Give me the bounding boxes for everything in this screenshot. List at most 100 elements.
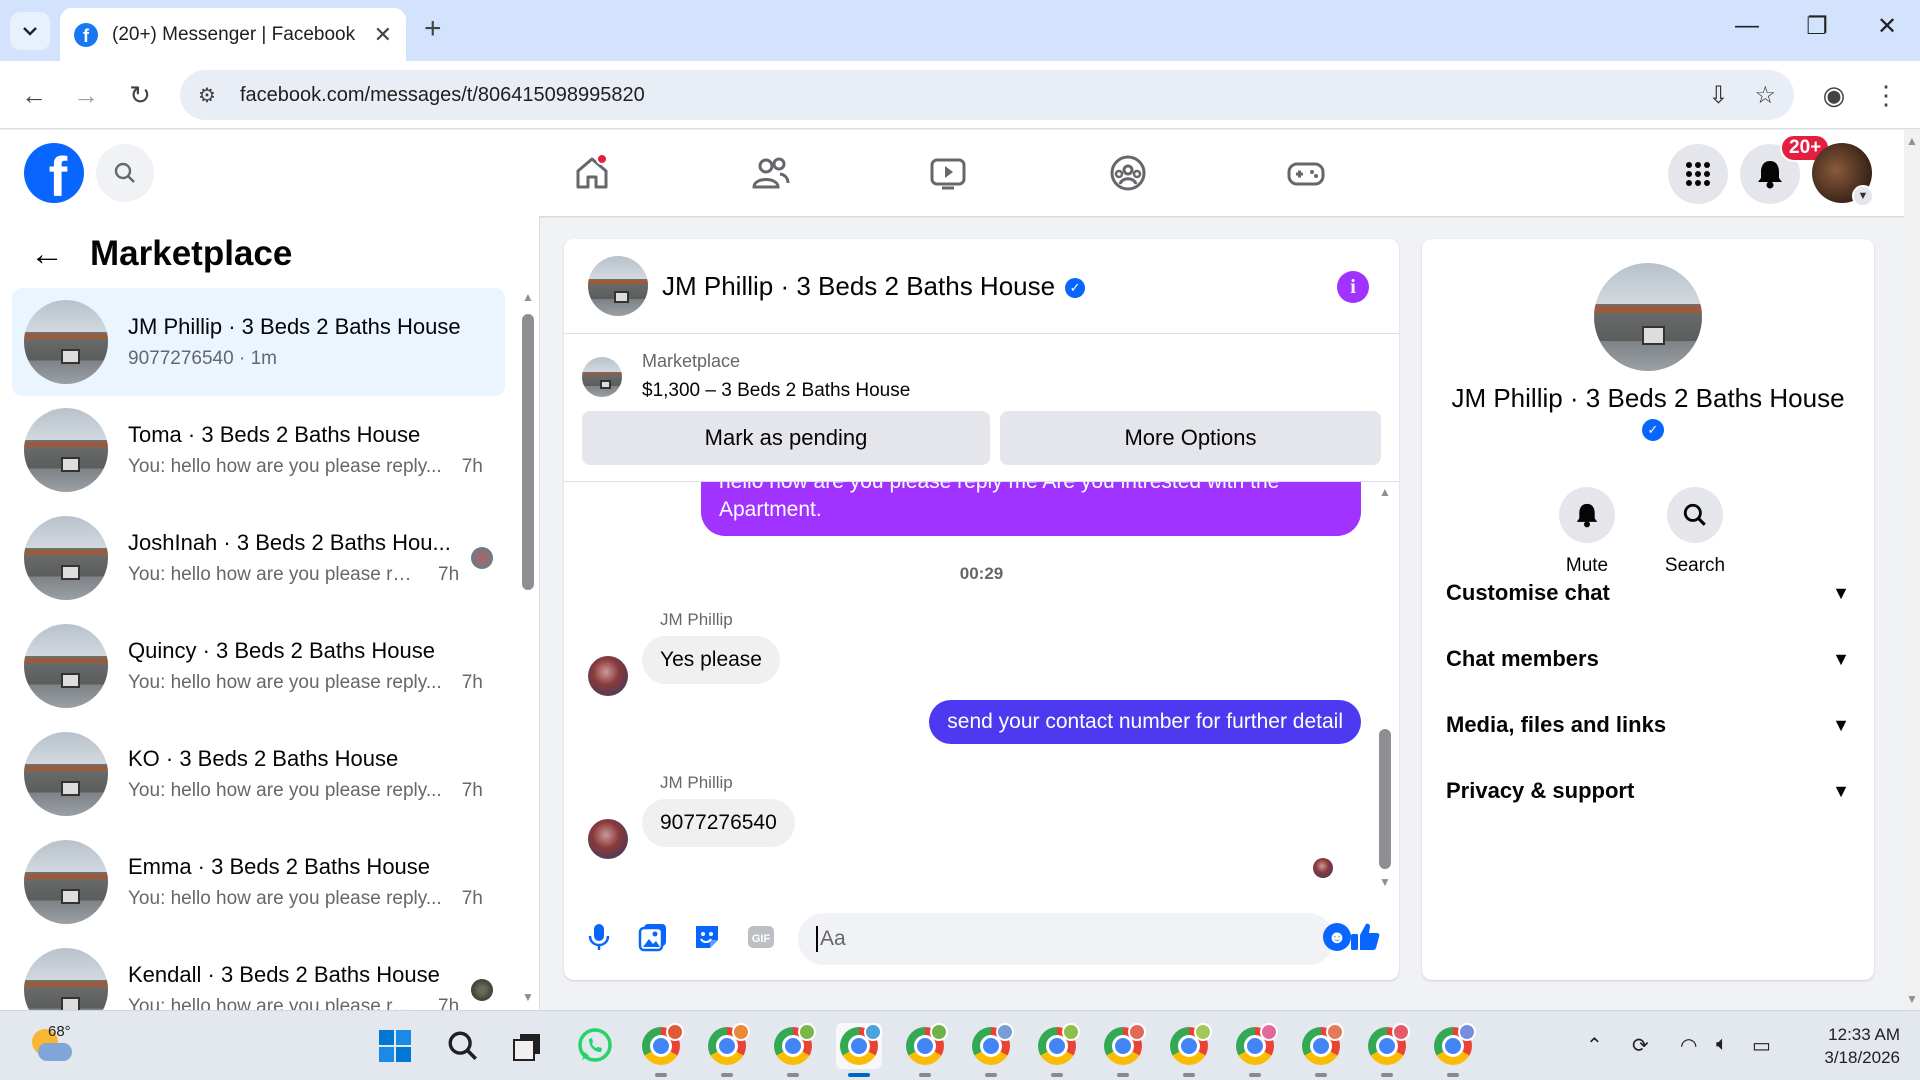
chat-item-preview: You: hello how are you please reply... <box>128 456 442 477</box>
emoji-icon[interactable]: ☻ <box>1323 923 1351 951</box>
sticker-button[interactable] <box>690 920 724 954</box>
scroll-down-arrow[interactable]: ▼ <box>522 990 534 1004</box>
close-tab-icon[interactable]: ✕ <box>374 22 392 48</box>
show-hidden-icons-chevron-icon[interactable]: ⌃ <box>1586 1033 1603 1058</box>
groups-nav-button[interactable] <box>1102 149 1154 197</box>
sync-icon[interactable]: ⟳ <box>1632 1033 1649 1058</box>
chevron-down-icon[interactable]: ▼ <box>1852 185 1874 207</box>
chrome-profile-7[interactable] <box>1034 1023 1080 1077</box>
chat-list-scrollbar[interactable] <box>522 314 534 590</box>
chrome-profile-2[interactable] <box>704 1023 750 1077</box>
tab-search-button[interactable] <box>10 12 50 50</box>
facebook-favicon-icon: f <box>74 22 98 47</box>
scroll-up-arrow[interactable]: ▲ <box>522 290 534 304</box>
privacy-support-section[interactable]: Privacy & support ▼ <box>1446 761 1850 821</box>
voice-clip-button[interactable] <box>582 920 616 954</box>
system-clock[interactable]: 12:33 AM 3/18/2026 <box>1800 1023 1900 1069</box>
sender-avatar[interactable] <box>588 819 628 859</box>
incoming-message[interactable]: 9077276540 <box>642 799 795 847</box>
chat-item-ko[interactable]: KO · 3 Beds 2 Baths House You: hello how… <box>12 720 505 828</box>
video-nav-button[interactable] <box>922 149 974 197</box>
install-app-icon[interactable]: ⇩ <box>1708 81 1728 110</box>
browser-tab-messenger[interactable]: f (20+) Messenger | Facebook ✕ <box>60 8 406 61</box>
sender-name: JM Phillip <box>660 610 733 629</box>
back-button[interactable]: ← <box>14 75 54 115</box>
chrome-profile-6[interactable] <box>968 1023 1014 1077</box>
outgoing-message[interactable]: hello how are you please reply me Are yo… <box>701 482 1361 536</box>
chrome-profile-4[interactable] <box>836 1023 882 1077</box>
incoming-message[interactable]: Yes please <box>642 636 780 684</box>
media-files-links-section[interactable]: Media, files and links ▼ <box>1446 695 1850 755</box>
gif-button[interactable]: GIF <box>744 920 778 954</box>
battery-icon[interactable]: ▭ <box>1752 1033 1771 1058</box>
close-window-button[interactable]: ✕ <box>1862 12 1912 41</box>
address-bar[interactable]: ⚙ facebook.com/messages/t/80641509899582… <box>180 70 1794 120</box>
outgoing-message[interactable]: send your contact number for further det… <box>929 700 1361 744</box>
start-button[interactable] <box>372 1023 418 1069</box>
chevron-down-icon <box>23 27 37 36</box>
menu-grid-button[interactable] <box>1668 144 1728 204</box>
restore-button[interactable]: ❐ <box>1792 12 1842 41</box>
browser-toolbar: ← → ↻ ⚙ facebook.com/messages/t/80641509… <box>0 61 1920 129</box>
chat-item-kendall[interactable]: Kendall · 3 Beds 2 Baths House You: hell… <box>12 936 505 1010</box>
gaming-nav-button[interactable] <box>1280 149 1332 197</box>
minimize-button[interactable]: — <box>1722 12 1772 40</box>
conversation-info-button[interactable]: i <box>1337 271 1369 303</box>
home-nav-button[interactable] <box>566 149 618 197</box>
conversation-title[interactable]: JM Phillip · 3 Beds 2 Baths House ✓ <box>662 271 1086 302</box>
chrome-profile-9[interactable] <box>1166 1023 1212 1077</box>
chat-list-title: Marketplace <box>90 234 293 273</box>
new-tab-button[interactable]: + <box>424 12 442 46</box>
task-view-button[interactable] <box>504 1023 550 1069</box>
chrome-profile-1[interactable] <box>638 1023 684 1077</box>
chat-item-jm-phillip[interactable]: JM Phillip · 3 Beds 2 Baths House 907727… <box>12 288 505 396</box>
friends-nav-button[interactable] <box>744 149 796 197</box>
chrome-profile-13[interactable] <box>1430 1023 1476 1077</box>
scroll-up-arrow[interactable]: ▲ <box>1906 134 1918 148</box>
wifi-icon[interactable]: ◠ <box>1680 1033 1697 1058</box>
facebook-search-button[interactable] <box>96 144 154 202</box>
listing-avatar <box>24 732 108 816</box>
chrome-profile-icon[interactable]: ◉ <box>1814 75 1854 115</box>
site-info-icon[interactable]: ⚙ <box>198 83 226 108</box>
page-scrollbar[interactable]: ▲ ▼ <box>1904 130 1920 1010</box>
listing-summary[interactable]: Marketplace $1,300 – 3 Beds 2 Baths Hous… <box>582 351 910 402</box>
chrome-profile-5[interactable] <box>902 1023 948 1077</box>
message-thread: hello how are you please reply me Are yo… <box>564 482 1399 880</box>
conversation-avatar[interactable] <box>588 256 648 316</box>
message-input[interactable]: Aa <box>798 913 1334 965</box>
sender-avatar[interactable] <box>588 656 628 696</box>
back-arrow-icon[interactable]: ← <box>30 235 64 274</box>
url-text[interactable]: facebook.com/messages/t/806415098995820 <box>240 84 1682 107</box>
scroll-down-arrow[interactable]: ▼ <box>1906 992 1918 1006</box>
volume-icon[interactable]: 🔈︎ <box>1716 1033 1728 1056</box>
whatsapp-button[interactable] <box>572 1023 618 1069</box>
mark-as-pending-button[interactable]: Mark as pending <box>582 411 990 465</box>
chrome-profile-8[interactable] <box>1100 1023 1146 1077</box>
like-button[interactable] <box>1348 920 1382 954</box>
bookmark-star-icon[interactable]: ☆ <box>1754 81 1776 110</box>
facebook-logo-icon[interactable]: f <box>24 143 84 203</box>
chat-item-joshinah[interactable]: JoshInah · 3 Beds 2 Baths Hou... You: he… <box>12 504 505 612</box>
more-options-button[interactable]: More Options <box>1000 411 1381 465</box>
chrome-profile-10[interactable] <box>1232 1023 1278 1077</box>
customise-chat-section[interactable]: Customise chat ▼ <box>1446 563 1850 623</box>
chat-item-quincy[interactable]: Quincy · 3 Beds 2 Baths House You: hello… <box>12 612 505 720</box>
chat-item-toma[interactable]: Toma · 3 Beds 2 Baths House You: hello h… <box>12 396 505 504</box>
scroll-down-arrow[interactable]: ▼ <box>1379 875 1391 889</box>
listing-thumbnail <box>582 356 622 397</box>
taskbar-search-button[interactable] <box>440 1023 486 1069</box>
chat-item-emma[interactable]: Emma · 3 Beds 2 Baths House You: hello h… <box>12 828 505 936</box>
chrome-menu-icon[interactable]: ⋮ <box>1866 75 1906 115</box>
chrome-profile-12[interactable] <box>1364 1023 1410 1077</box>
attach-photo-button[interactable] <box>636 920 670 954</box>
forward-button[interactable]: → <box>66 75 106 115</box>
contact-avatar[interactable] <box>1594 263 1702 371</box>
chrome-profile-11[interactable] <box>1298 1023 1344 1077</box>
chat-members-section[interactable]: Chat members ▼ <box>1446 629 1850 689</box>
chrome-profile-3[interactable] <box>770 1023 816 1077</box>
conversation-scrollbar[interactable] <box>1379 729 1391 869</box>
scroll-up-arrow[interactable]: ▲ <box>1379 485 1391 499</box>
thumbs-up-icon <box>1351 923 1380 950</box>
reload-button[interactable]: ↻ <box>120 75 160 115</box>
